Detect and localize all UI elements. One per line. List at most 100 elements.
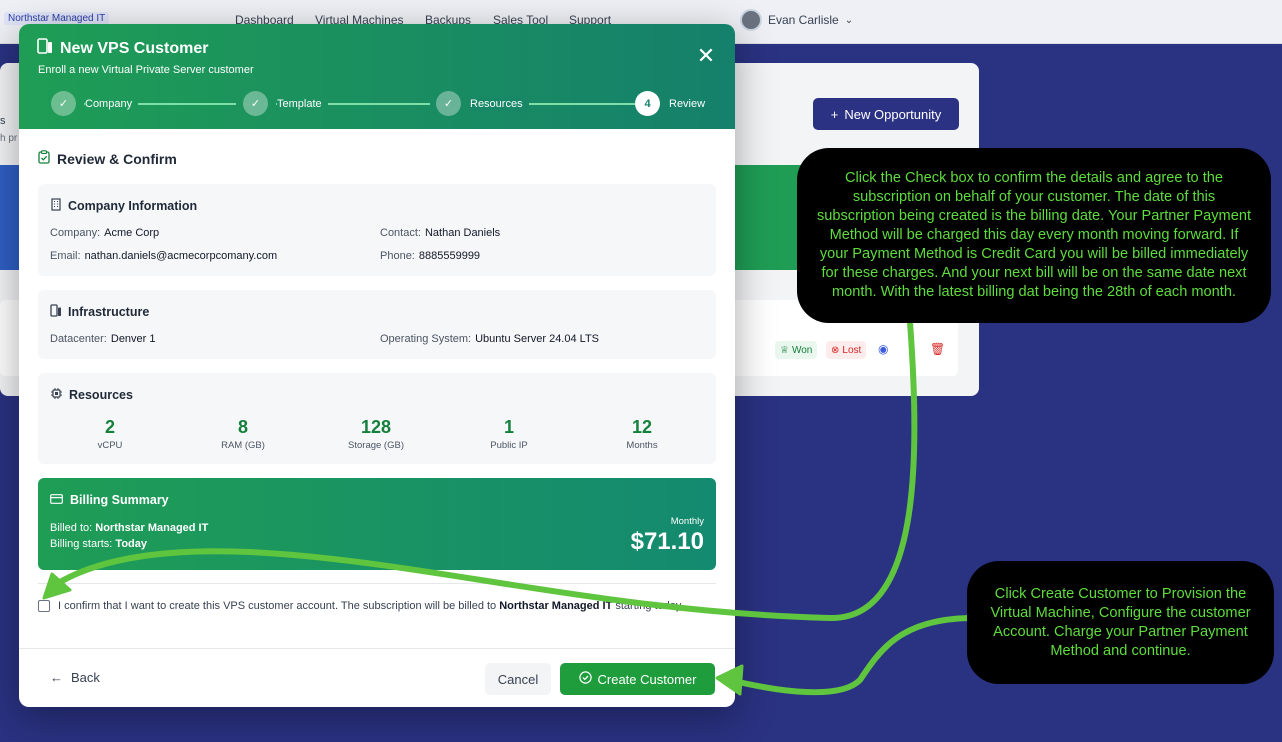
step-label: Company — [85, 97, 139, 110]
create-customer-callout: Click Create Customer to Provision the V… — [967, 561, 1274, 684]
billing-frequency: Monthly — [670, 516, 704, 527]
background-text: h pr — [0, 133, 18, 144]
x-circle-icon: ⊗ — [831, 344, 840, 356]
field-label: Company: — [50, 227, 101, 239]
section-title: Review & Confirm — [38, 150, 177, 167]
checkbox-callout: Click the Check box to confirm the detai… — [797, 148, 1271, 323]
billing-summary-panel: Billing Summary Billed to: Northstar Man… — [38, 478, 716, 570]
new-opportunity-button[interactable]: + New Opportunity — [813, 98, 959, 130]
cancel-button[interactable]: Cancel — [485, 663, 551, 695]
email-field: Email: nathan.daniels@acmecorpcomany.com — [50, 250, 277, 262]
contact-value: Nathan Daniels — [424, 227, 501, 239]
user-name: Evan Carlisle — [768, 13, 839, 27]
step-review[interactable]: 4 Review — [635, 91, 705, 116]
company-value: Acme Corp — [104, 227, 160, 239]
resource-public-ip: 1 Public IP — [459, 417, 559, 451]
resource-ram: 8 RAM (GB) — [193, 417, 293, 451]
step-template[interactable]: ✓ Template — [243, 91, 328, 116]
billing-starts-value: Today — [115, 538, 147, 550]
infrastructure-panel: Infrastructure Datacenter: Denver 1 Opera… — [38, 290, 716, 359]
avatar — [740, 9, 762, 31]
resource-label: Months — [626, 440, 658, 451]
step-check-icon: ✓ — [436, 91, 461, 116]
confirm-text: I confirm that I want to create this VPS… — [58, 598, 684, 614]
building-icon — [50, 198, 62, 214]
cpu-icon — [50, 387, 63, 403]
won-button[interactable]: ♕ Won — [775, 341, 818, 359]
field-label: Contact: — [380, 227, 421, 239]
modal-header: New VPS Customer Enroll a new Virtual Pr… — [19, 24, 735, 129]
panel-title-text: Company Information — [68, 199, 198, 213]
confirm-text-part: starting today. — [615, 600, 684, 612]
panel-title: Resources — [50, 387, 133, 403]
step-label: Resources — [470, 97, 529, 110]
create-customer-label: Create Customer — [597, 671, 697, 687]
user-menu[interactable]: Evan Carlisle ⌄ — [740, 9, 853, 31]
step-number: 4 — [635, 91, 660, 116]
arrow-left-icon: ← — [50, 670, 63, 685]
divider — [38, 583, 716, 584]
lost-label: Lost — [842, 344, 862, 356]
step-check-icon: ✓ — [243, 91, 268, 116]
create-customer-button[interactable]: Create Customer — [560, 663, 715, 695]
lost-button[interactable]: ⊗ Lost — [826, 341, 867, 359]
billing-amount: $71.10 — [630, 528, 704, 555]
company-field: Company: Acme Corp — [50, 227, 159, 239]
confirm-checkbox[interactable] — [38, 600, 50, 612]
phone-value: 8885559999 — [418, 250, 481, 262]
resource-label: RAM (GB) — [221, 440, 265, 451]
step-resources[interactable]: ✓ Resources — [436, 91, 529, 116]
resource-value: 2 — [104, 417, 115, 437]
resource-label: Storage (GB) — [348, 440, 404, 451]
trophy-icon: ♕ — [780, 344, 789, 356]
chevron-down-icon: ⌄ — [844, 14, 854, 26]
won-label: Won — [791, 344, 813, 356]
resource-storage: 128 Storage (GB) — [326, 417, 426, 451]
new-opportunity-label: New Opportunity — [844, 106, 942, 122]
modal-title-text: New VPS Customer — [60, 39, 209, 57]
contact-field: Contact: Nathan Daniels — [380, 227, 500, 239]
close-icon[interactable]: ✕ — [695, 45, 717, 68]
resource-value: 1 — [503, 417, 514, 437]
back-button[interactable]: ← Back — [50, 670, 100, 685]
company-info-panel: Company Information Company: Acme Corp Co… — [38, 184, 716, 276]
background-stat-card — [0, 165, 20, 270]
step-check-icon: ✓ — [51, 91, 76, 116]
stepper: ✓ Company ✓ Template ✓ Resources 4 Revie… — [51, 91, 711, 117]
resource-label: vCPU — [97, 440, 123, 451]
step-label: Review — [669, 97, 706, 110]
resource-value: 128 — [360, 417, 392, 437]
credit-card-icon — [50, 493, 63, 507]
panel-title-text: Resources — [69, 388, 133, 402]
resource-label: Public IP — [490, 440, 528, 451]
view-icon[interactable]: ◉ — [878, 342, 888, 356]
new-vps-customer-modal: New VPS Customer Enroll a new Virtual Pr… — [19, 24, 735, 707]
email-value: nathan.daniels@acmecorpcomany.com — [84, 250, 278, 262]
billed-to-value: Northstar Managed IT — [95, 522, 209, 534]
os-value: Ubuntu Server 24.04 LTS — [475, 333, 600, 345]
server-icon — [50, 304, 62, 320]
billed-to-line: Billed to: Northstar Managed IT — [50, 522, 208, 534]
step-company[interactable]: ✓ Company — [51, 91, 139, 116]
panel-title: Infrastructure — [50, 304, 149, 320]
panel-title-text: Infrastructure — [68, 305, 150, 319]
datacenter-value: Denver 1 — [110, 333, 156, 345]
back-label: Back — [71, 670, 100, 685]
modal-footer: ← Back Cancel Create Customer — [19, 648, 735, 707]
phone-field: Phone: 8885559999 — [380, 250, 480, 262]
clipboard-check-icon — [38, 150, 50, 167]
resource-value: 8 — [237, 417, 248, 437]
resource-value: 12 — [631, 417, 653, 437]
field-label: Phone: — [380, 250, 415, 262]
trash-icon[interactable]: 🗑 — [930, 342, 945, 356]
background-text: s — [0, 115, 6, 127]
section-title-text: Review & Confirm — [57, 150, 177, 167]
confirm-company: Northstar Managed IT — [499, 600, 613, 612]
billing-starts-line: Billing starts: Today — [50, 538, 147, 550]
os-field: Operating System: Ubuntu Server 24.04 LTS — [380, 333, 599, 345]
panel-title: Billing Summary — [50, 493, 169, 507]
step-label: Template — [277, 97, 328, 110]
confirm-row: I confirm that I want to create this VPS… — [38, 598, 708, 614]
field-label: Billing starts: — [50, 538, 113, 550]
plus-icon: + — [830, 106, 839, 122]
